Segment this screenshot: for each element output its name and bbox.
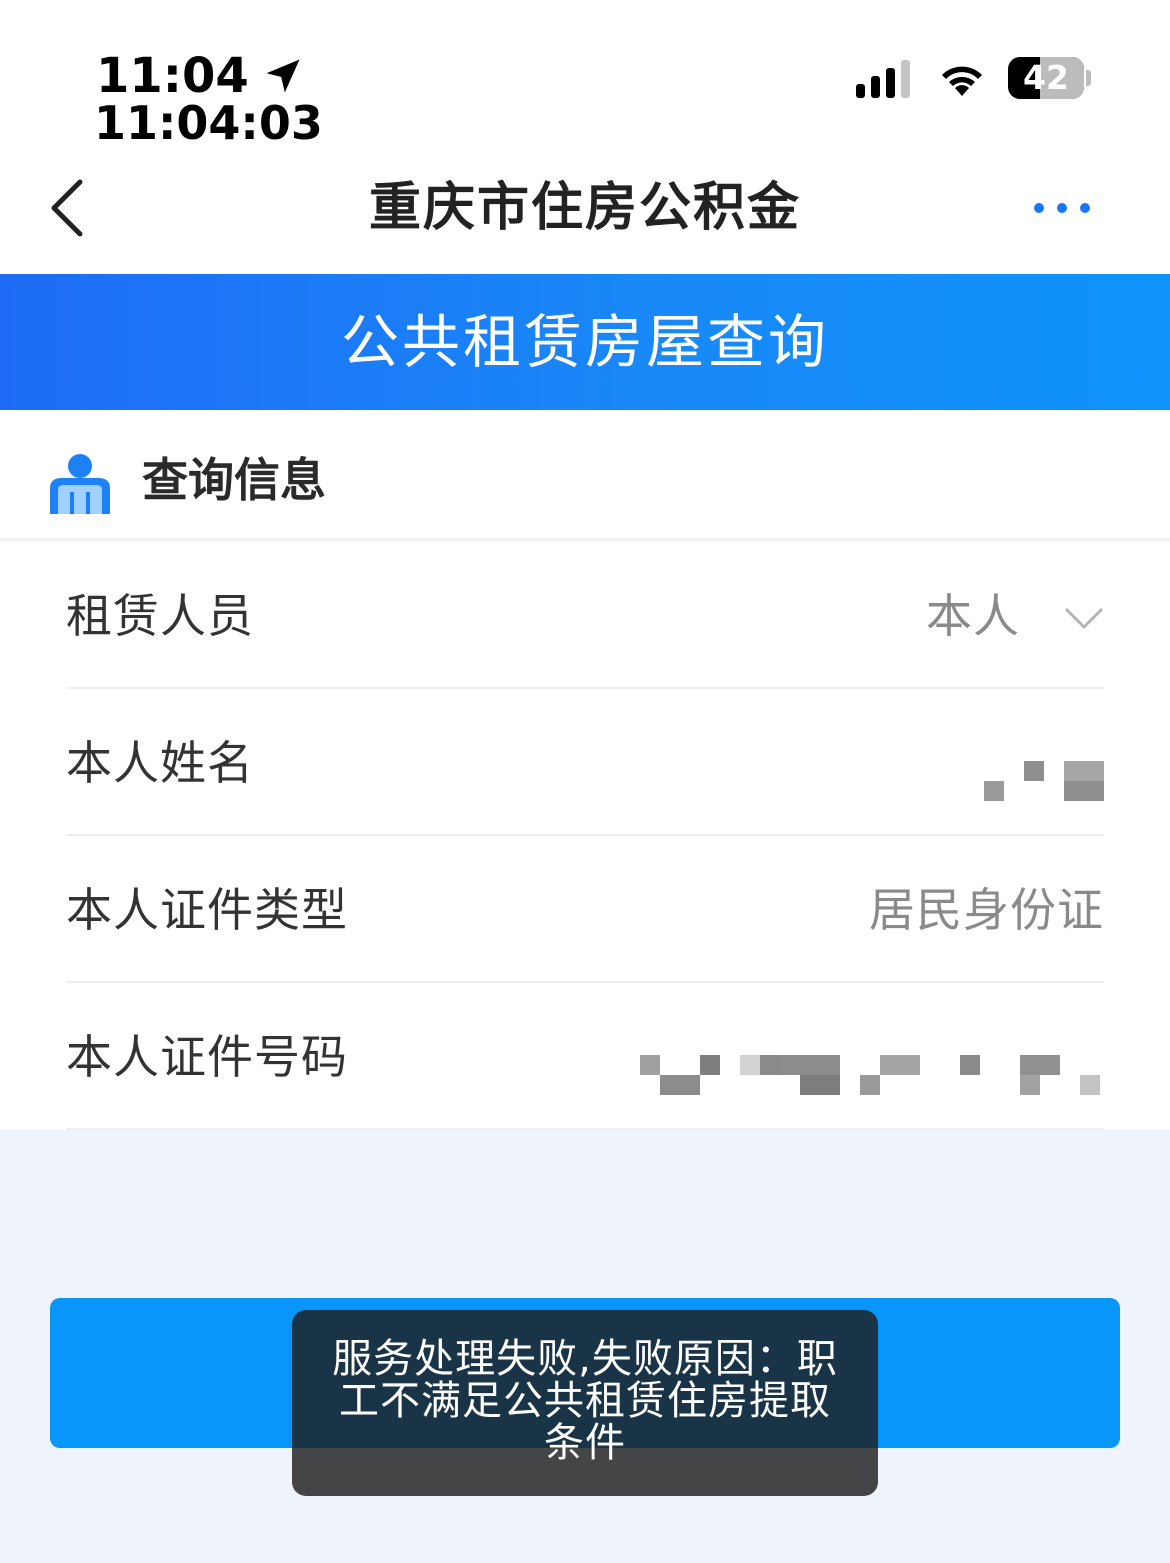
form-row-id-number: 本人证件号码 (66, 983, 1104, 1130)
status-time: 11:04 (96, 48, 249, 104)
name-value-redacted (982, 761, 1104, 801)
status-time-seconds: 11:04:03 (94, 96, 323, 150)
name-label: 本人姓名 (66, 736, 254, 790)
more-dot (1034, 203, 1044, 213)
header-banner: 公共租赁房屋查询 (0, 274, 1170, 410)
status-bar: 11:04 11:04:03 42 (0, 0, 1170, 150)
more-dot (1080, 203, 1090, 213)
form-row-name: 本人姓名 (66, 689, 1104, 836)
cellular-signal-icon (856, 60, 910, 98)
chevron-down-icon[interactable] (1064, 600, 1104, 636)
battery-icon: 42 (1008, 57, 1084, 99)
section-header: 查询信息 (0, 410, 1170, 540)
battery-percent: 42 (1023, 58, 1069, 97)
page: 11:04 11:04:03 42 重庆市住房公积金 公共租赁房屋查询 查询信息… (0, 0, 1170, 1563)
error-toast: 服务处理失败,失败原因：职工不满足公共租赁住房提取条件 (292, 1310, 878, 1496)
location-arrow-icon (266, 59, 300, 93)
id-number-label: 本人证件号码 (66, 1030, 348, 1084)
battery-nub (1086, 70, 1091, 86)
more-dot (1057, 203, 1067, 213)
banner-title: 公共租赁房屋查询 (340, 308, 829, 376)
section-title: 查询信息 (142, 453, 326, 507)
form-row-renter[interactable]: 租赁人员 本人 (66, 542, 1104, 689)
query-form: 租赁人员 本人 本人姓名 本人证件类型 居民身份证 本人证件号码 (0, 542, 1170, 1130)
nav-bar: 重庆市住房公积金 (0, 150, 1170, 274)
person-icon (50, 454, 110, 514)
wifi-icon (942, 66, 982, 96)
more-button[interactable] (1034, 194, 1090, 222)
renter-select[interactable]: 本人 (926, 586, 1020, 646)
id-type-value[interactable]: 居民身份证 (869, 880, 1104, 940)
id-number-value-redacted (640, 1055, 1104, 1095)
form-row-id-type[interactable]: 本人证件类型 居民身份证 (66, 836, 1104, 983)
status-clock: 11:04 (96, 52, 305, 100)
renter-label: 租赁人员 (66, 589, 254, 643)
id-type-label: 本人证件类型 (66, 883, 348, 937)
page-title: 重庆市住房公积金 (368, 178, 801, 238)
